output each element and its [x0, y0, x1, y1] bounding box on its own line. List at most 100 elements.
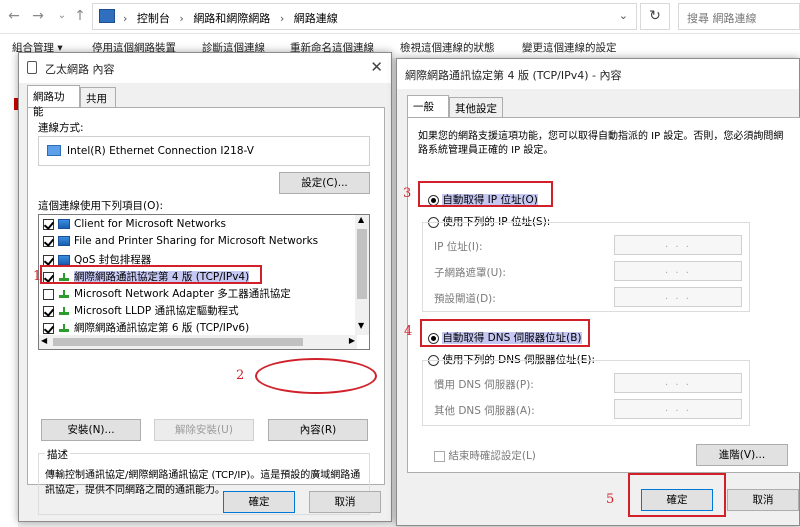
protocol-icon	[58, 290, 70, 298]
item-label: File and Printer Sharing for Microsoft N…	[74, 235, 319, 247]
list-item[interactable]: Client for Microsoft Networks	[43, 218, 226, 234]
configure-button[interactable]: 設定(C)...	[279, 172, 370, 194]
ethernet-properties-dialog: 乙太網路 內容 ✕ 網路功能 共用 連線方式: Intel(R) Etherne…	[18, 52, 392, 522]
annotation-box-ipv4-item	[40, 265, 262, 284]
adapter-name: Intel(R) Ethernet Connection I218-V	[67, 145, 254, 157]
ethernet-adapter-icon	[47, 145, 61, 156]
tab-networking[interactable]: 網路功能	[27, 85, 80, 118]
annotation-box-ok	[628, 473, 726, 517]
dialog-titlebar: 乙太網路 內容 ✕	[19, 53, 391, 83]
annotation-number: 4	[404, 324, 413, 339]
annotation-number: 2	[236, 368, 245, 383]
item-label: Client for Microsoft Networks	[74, 218, 226, 230]
install-button[interactable]: 安裝(N)...	[41, 419, 141, 441]
tab-strip: 一般 其他設定	[407, 95, 787, 117]
cancel-button[interactable]: 取消	[309, 491, 381, 513]
items-label: 這個連線使用下列項目(O):	[38, 200, 163, 212]
network-adapter-icon	[27, 61, 37, 74]
dialog-titlebar: 網際網路通訊協定第 4 版 (TCP/IPv4) - 內容	[397, 59, 799, 89]
ip-address-label: IP 位址(I):	[434, 241, 483, 253]
adapter-box: Intel(R) Ethernet Connection I218-V	[38, 136, 370, 166]
scroll-left-icon[interactable]: ◀	[41, 336, 47, 345]
tab-strip: 網路功能 共用	[27, 85, 387, 118]
preferred-dns-label: 慣用 DNS 伺服器(P):	[434, 379, 534, 391]
validate-checkbox	[434, 450, 445, 462]
explorer-address-bar: ← → ⌄ ↑ › 控制台 › 網路和網際網路 › 網路連線 ⌄ ↻ 搜尋 網路…	[0, 0, 800, 34]
cancel-button[interactable]: 取消	[727, 489, 799, 511]
scroll-right-icon[interactable]: ▶	[349, 336, 355, 345]
annotation-box-auto-dns	[420, 319, 590, 347]
annotation-number: 3	[403, 186, 412, 201]
scroll-up-icon[interactable]: ▲	[358, 215, 364, 224]
item-checkbox[interactable]	[43, 235, 54, 247]
control-panel-icon	[99, 9, 115, 23]
hscroll-thumb[interactable]	[53, 338, 303, 346]
network-service-icon	[58, 255, 70, 265]
cmd-change-settings[interactable]: 變更這個連線的設定	[522, 40, 617, 55]
annotation-box-auto-ip	[418, 181, 553, 207]
gateway-field: . . .	[614, 287, 742, 307]
recent-chevron-icon[interactable]: ⌄	[54, 8, 70, 24]
networking-panel: 連線方式: Intel(R) Ethernet Connection I218-…	[27, 107, 385, 515]
validate-row: 結束時確認設定(L)	[434, 448, 536, 463]
advanced-button[interactable]: 進階(V)...	[696, 444, 788, 466]
cmd-view-status[interactable]: 檢視這個連線的狀態	[400, 40, 495, 55]
breadcrumb: › 控制台 › 網路和網際網路 › 網路連線	[123, 12, 338, 25]
ip-address-field: . . .	[614, 235, 742, 255]
network-client-icon	[58, 219, 70, 229]
alternate-dns-label: 其他 DNS 伺服器(A):	[434, 405, 535, 417]
item-checkbox[interactable]	[43, 305, 54, 317]
general-panel: 如果您的網路支援這項功能，您可以取得自動指派的 IP 設定。否則，您必須詢問網路…	[407, 117, 800, 473]
tab-alternate[interactable]: 其他設定	[449, 97, 503, 117]
explorer-content-strip: 2	[0, 58, 18, 527]
uninstall-button: 解除安裝(U)	[154, 419, 254, 441]
scroll-thumb[interactable]	[357, 229, 367, 299]
breadcrumb-item[interactable]: 控制台	[137, 12, 170, 25]
annotation-number: 1	[33, 269, 42, 284]
breadcrumb-item[interactable]: 網路連線	[294, 12, 338, 25]
refresh-icon[interactable]: ↻	[640, 3, 670, 30]
address-dropdown-icon[interactable]: ⌄	[619, 9, 628, 22]
validate-label: 結束時確認設定(L)	[448, 450, 536, 462]
dialog-title: 網際網路通訊協定第 4 版 (TCP/IPv4) - 內容	[405, 69, 622, 82]
intro-text: 如果您的網路支援這項功能，您可以取得自動指派的 IP 設定。否則，您必須詢問網路…	[418, 131, 784, 156]
gateway-label: 預設閘道(D):	[434, 293, 496, 305]
properties-button[interactable]: 內容(R)	[268, 419, 368, 441]
list-item[interactable]: 網際網路通訊協定第 6 版 (TCP/IPv6)	[43, 320, 249, 336]
list-item[interactable]: File and Printer Sharing for Microsoft N…	[43, 235, 318, 251]
item-checkbox[interactable]	[43, 218, 54, 230]
network-service-icon	[58, 236, 70, 246]
preferred-dns-field: . . .	[614, 373, 742, 393]
list-scrollbar[interactable]: ▲ ▼	[355, 215, 369, 335]
subnet-field: . . .	[614, 261, 742, 281]
close-icon[interactable]: ✕	[370, 58, 383, 76]
alternate-dns-field: . . .	[614, 399, 742, 419]
search-input[interactable]: 搜尋 網路連線	[678, 3, 800, 30]
list-item[interactable]: Microsoft LLDP 通訊協定驅動程式	[43, 303, 239, 319]
list-hscrollbar[interactable]: ◀ ▶	[39, 335, 357, 349]
back-arrow-icon[interactable]: ←	[6, 8, 22, 24]
dialog-title: 乙太網路 內容	[45, 63, 115, 76]
description-label: 描述	[45, 447, 70, 462]
item-label: 網際網路通訊協定第 6 版 (TCP/IPv6)	[74, 322, 250, 334]
address-box[interactable]: › 控制台 › 網路和網際網路 › 網路連線 ⌄	[92, 3, 637, 30]
subnet-label: 子網路遮罩(U):	[434, 267, 506, 279]
list-item[interactable]: Microsoft Network Adapter 多工器通訊協定	[43, 286, 291, 302]
forward-arrow-icon[interactable]: →	[30, 8, 46, 24]
scroll-down-icon[interactable]: ▼	[358, 321, 364, 330]
protocol-icon	[58, 324, 70, 332]
item-checkbox[interactable]	[43, 288, 54, 300]
up-arrow-icon[interactable]: ↑	[72, 8, 88, 24]
tab-sharing[interactable]: 共用	[80, 87, 116, 107]
breadcrumb-item[interactable]: 網路和網際網路	[193, 12, 270, 25]
item-checkbox[interactable]	[43, 254, 54, 266]
annotation-number: 5	[606, 492, 615, 507]
connect-using-label: 連線方式:	[38, 122, 84, 134]
item-label: Microsoft Network Adapter 多工器通訊協定	[74, 288, 291, 300]
item-checkbox[interactable]	[43, 322, 54, 334]
annotation-ellipse-properties	[255, 358, 377, 394]
ok-button[interactable]: 確定	[223, 491, 295, 513]
ipv4-properties-dialog: 網際網路通訊協定第 4 版 (TCP/IPv4) - 內容 一般 其他設定 如果…	[396, 58, 800, 526]
protocol-icon	[58, 307, 70, 315]
tab-general[interactable]: 一般	[407, 95, 449, 117]
